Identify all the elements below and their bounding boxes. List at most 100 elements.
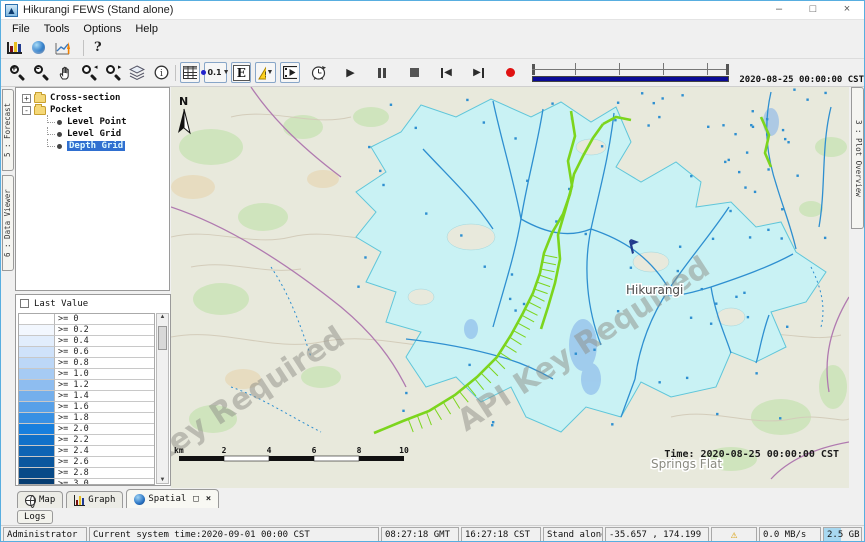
legend-swatch [19,424,55,435]
tab-data-viewer[interactable]: 6 : Data Viewer [2,175,14,271]
scroll-thumb[interactable] [158,326,167,350]
menu-help[interactable]: Help [128,22,165,36]
scroll-down-icon[interactable]: ▼ [160,477,166,483]
stop-button[interactable] [404,62,424,83]
expand-icon[interactable]: + [22,94,31,103]
layers-icon[interactable] [127,62,147,83]
legend-swatch [19,446,55,457]
status-download-rate: 0.0 MB/s [759,527,821,542]
tab-maximize-icon[interactable]: □ [193,494,198,504]
zoom-in-button[interactable]: + [7,62,27,83]
logs-button[interactable]: Logs [17,510,53,524]
legend-swatch [19,435,55,446]
tab-plot-overview[interactable]: 3 : Plot Overview [851,87,864,229]
tree-item-depth-grid[interactable]: Depth Grid [16,140,169,152]
map-toolbar: + - ◂ ▸ i 0.1▼ E !▼ ▶ ◀ [1,59,864,87]
legend-swatch [19,402,55,413]
legend-label: >= 0.8 [55,358,154,369]
legend-row: >= 0.8 [19,358,154,369]
legend-swatch [19,457,55,468]
info-icon[interactable]: i [151,62,171,83]
timeseries-icon[interactable] [55,40,73,56]
legend-row: >= 0 [19,314,154,325]
time-slider[interactable] [532,63,729,82]
svg-text:N: N [179,95,188,108]
svg-text:2: 2 [222,446,227,455]
svg-text:km: km [174,446,184,455]
minimize-button[interactable]: – [762,1,796,19]
map-display-icon[interactable] [32,41,45,54]
close-button[interactable]: × [830,1,864,19]
status-bar: Administrator Current system time:2020-0… [1,525,864,542]
legend-row: >= 2.0 [19,424,154,435]
tab-close-icon[interactable]: × [206,494,211,504]
legend-swatch [19,391,55,402]
legend-swatch [19,413,55,424]
tab-spatial[interactable]: Spatial □ × [126,489,219,508]
bar-chart-icon [74,495,85,506]
time-span-bar[interactable] [532,76,729,82]
title-bar[interactable]: ▲ Hikurangi FEWS (Stand alone) – □ × [1,1,864,20]
skip-to-end-button[interactable]: ▶ [468,62,488,83]
svg-text:4: 4 [267,446,272,455]
tree-item-level-grid[interactable]: Level Grid [16,128,169,140]
editor-button[interactable]: E [231,62,251,83]
animation-settings-icon[interactable] [308,62,328,83]
legend-swatch [19,369,55,380]
pause-button[interactable] [372,62,392,83]
last-value-checkbox[interactable] [20,299,29,308]
legend-row: >= 1.4 [19,391,154,402]
place-label-hikurangi: Hikurangi [626,283,683,297]
data-viewer-panel: + Cross-section - Pocket Level Point [15,87,171,488]
tree-item-level-point[interactable]: Level Point [16,116,169,128]
menu-file[interactable]: File [5,22,37,36]
legend-row: >= 1.0 [19,369,154,380]
play-button[interactable]: ▶ [340,62,360,83]
legend-row: >= 2.8 [19,468,154,479]
collapse-icon[interactable]: - [22,106,31,115]
movie-button[interactable] [280,62,300,83]
legend-label: >= 0 [55,314,154,325]
warning-dropdown[interactable]: !▼ [255,62,276,83]
zoom-previous-button[interactable]: ◂ [79,62,99,83]
pan-hand-icon[interactable] [55,62,75,83]
legend-swatch [19,468,55,479]
help-icon[interactable]: ? [94,40,102,55]
menu-tools[interactable]: Tools [37,22,77,36]
legend-row: >= 3.0 [19,479,154,485]
legend-scrollbar[interactable]: ▲ ▼ [156,313,169,484]
classbreak-dropdown[interactable]: 0.1▼ [204,62,228,83]
bullet-icon [57,144,62,149]
spatial-map[interactable]: API Key Required API Key Required Hikura… [171,87,849,488]
legend-label: >= 1.8 [55,413,154,424]
maximize-button[interactable]: □ [796,1,830,19]
skip-to-start-button[interactable]: ◀ [436,62,456,83]
tree-item-cross-section[interactable]: + Cross-section [16,92,169,104]
window-title: Hikurangi FEWS (Stand alone) [23,4,173,16]
tab-forecast[interactable]: 5 : Forecast [2,89,14,171]
legend-row: >= 0.4 [19,336,154,347]
bottom-tab-bar: Map Graph Spatial □ × [1,488,864,508]
tab-graph[interactable]: Graph [66,491,123,508]
globe-icon [134,494,145,505]
legend-swatch [19,479,55,485]
legend-label: >= 2.0 [55,424,154,435]
tree-connector [47,127,55,135]
zoom-out-button[interactable]: - [31,62,51,83]
status-local-time: 16:27:18 CST [461,527,541,542]
zoom-next-button[interactable]: ▸ [103,62,123,83]
menu-options[interactable]: Options [76,22,128,36]
record-button[interactable] [500,62,520,83]
grid-display-button[interactable] [180,62,200,83]
legend-label: >= 1.2 [55,380,154,391]
status-warning-icon[interactable]: ⚠ [711,527,757,542]
toolbar-separator [175,65,176,81]
scroll-up-icon[interactable]: ▲ [160,314,166,320]
svg-text:i: i [160,69,163,79]
legend-label: >= 2.6 [55,457,154,468]
tree-item-pocket[interactable]: - Pocket [16,104,169,116]
tab-map[interactable]: Map [17,491,63,508]
svg-text:10: 10 [399,446,409,455]
status-coordinates: -35.657 , 174.199 [605,527,709,542]
statistics-icon[interactable] [7,42,22,54]
